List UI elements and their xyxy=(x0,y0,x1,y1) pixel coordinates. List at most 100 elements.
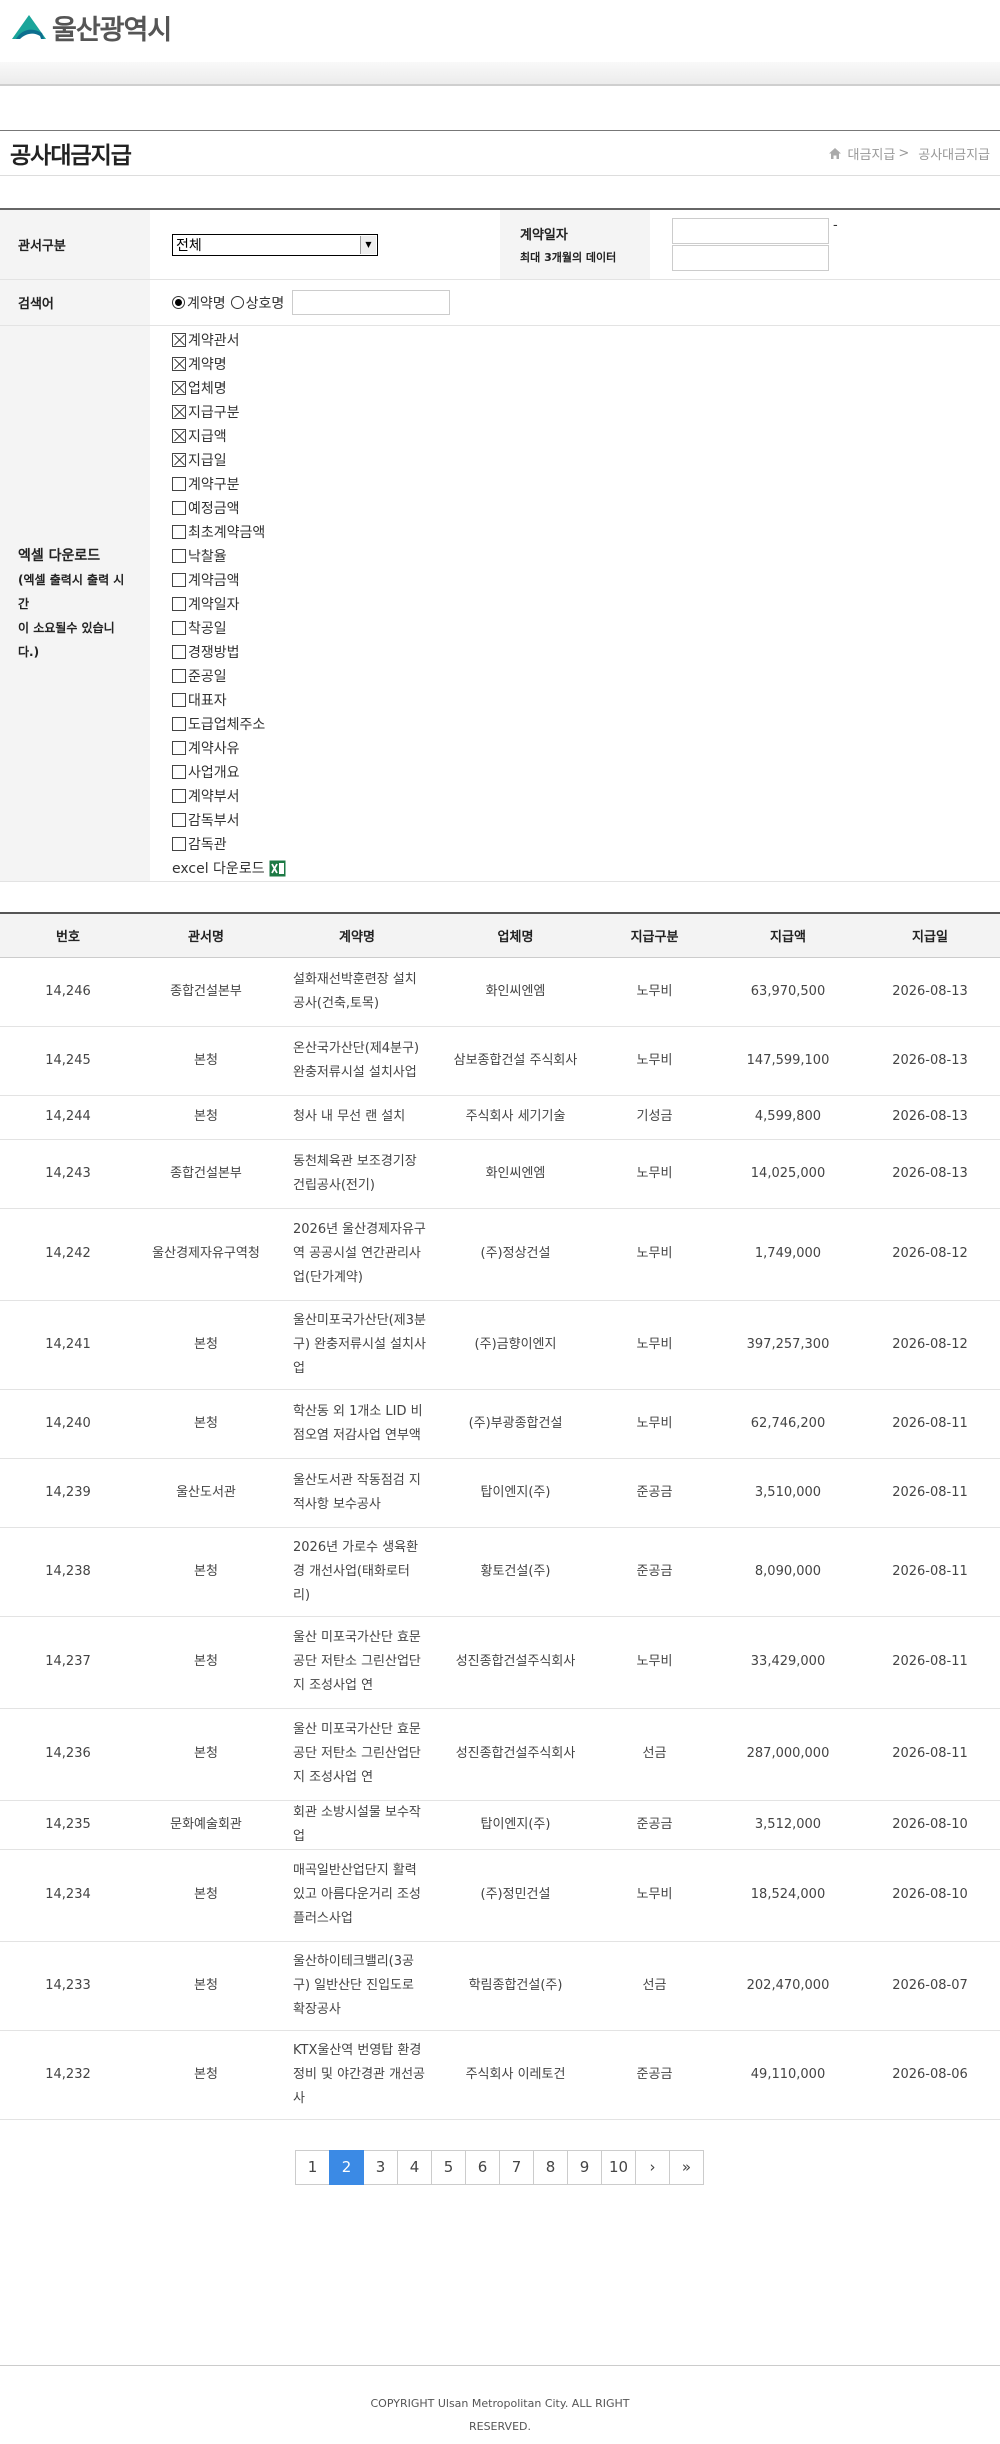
checkbox-empty-icon[interactable] xyxy=(172,741,186,755)
radio-dot-contract[interactable] xyxy=(172,296,185,309)
checkbox-empty-icon[interactable] xyxy=(172,765,186,779)
excel-field-checkbox[interactable]: 감독부서 xyxy=(172,808,286,832)
checkbox-empty-icon[interactable] xyxy=(172,501,186,515)
checkbox-checked-icon[interactable] xyxy=(172,405,186,419)
excel-field-checkbox[interactable]: 도급업체주소 xyxy=(172,712,286,736)
chevron-down-icon[interactable]: ▼ xyxy=(360,235,376,254)
cell-contract[interactable]: 온산국가산단(제4분구)완충저류시설 설치사업 xyxy=(276,1026,438,1096)
table-row[interactable]: 14,232 본청 KTX울산역 번영탑 환경정비 및 야간경관 개선공사 주식회사 … xyxy=(0,2030,1000,2120)
home-icon[interactable] xyxy=(828,147,842,160)
table-row[interactable]: 14,237 본청 울산 미포국가산단 효문공단 저탄소 그린산업단지 조성사업 연… xyxy=(0,1616,1000,1709)
excel-field-checkbox[interactable]: 착공일 xyxy=(172,616,286,640)
checkbox-checked-icon[interactable] xyxy=(172,429,186,443)
table-row[interactable]: 14,241 본청 울산미포국가산단(제3분구) 완충저류시설 설치사업 (주)금향이… xyxy=(0,1300,1000,1390)
excel-field-checkbox[interactable]: 계약명 xyxy=(172,352,286,376)
excel-field-checkbox[interactable]: 계약구분 xyxy=(172,472,286,496)
date-end-input[interactable] xyxy=(672,245,829,271)
excel-field-checkbox[interactable]: 최초계약금액 xyxy=(172,520,286,544)
excel-field-checkbox[interactable]: 사업개요 xyxy=(172,760,286,784)
table-row[interactable]: 14,238 본청 2026년 가로수 생육환경 개선사업(태화로터리) 황토건설(주… xyxy=(0,1527,1000,1617)
excel-field-checkbox[interactable]: 계약사유 xyxy=(172,736,286,760)
cell-contract[interactable]: 매곡일반산업단지 활력있고 아름다운거리 조성 플러스사업 xyxy=(276,1849,438,1942)
table-row[interactable]: 14,242 울산경제자유구역청 2026년 울산경제자유구역 공공시설 연간관리사… xyxy=(0,1208,1000,1301)
excel-field-checkbox[interactable]: 지급구분 xyxy=(172,400,286,424)
checkbox-empty-icon[interactable] xyxy=(172,621,186,635)
page-link-1[interactable]: 1 xyxy=(295,2149,330,2185)
excel-field-checkbox[interactable]: 대표자 xyxy=(172,688,286,712)
cell-contract[interactable]: 설화재선박훈련장 설치공사(건축,토목) xyxy=(276,957,438,1027)
excel-field-checkbox[interactable]: 경쟁방법 xyxy=(172,640,286,664)
breadcrumb-item-payment[interactable]: 대금지급 xyxy=(847,144,895,163)
excel-field-checkbox[interactable]: 감독관 xyxy=(172,832,286,856)
cell-contract[interactable]: 회관 소방시설물 보수작업 xyxy=(276,1800,438,1850)
cell-contract[interactable]: 청사 내 무선 랜 설치 xyxy=(276,1095,438,1140)
checkbox-checked-icon[interactable] xyxy=(172,381,186,395)
checkbox-empty-icon[interactable] xyxy=(172,669,186,683)
cell-contract[interactable]: KTX울산역 번영탑 환경정비 및 야간경관 개선공사 xyxy=(276,2030,438,2120)
excel-field-checkbox[interactable]: 계약관서 xyxy=(172,328,286,352)
checkbox-checked-icon[interactable] xyxy=(172,333,186,347)
checkbox-empty-icon[interactable] xyxy=(172,525,186,539)
table-row[interactable]: 14,239 울산도서관 울산도서관 작동점검 지적사항 보수공사 탑이엔지(주) 준공… xyxy=(0,1458,1000,1528)
checkbox-empty-icon[interactable] xyxy=(172,693,186,707)
site-logo[interactable]: 울산광역시 xyxy=(10,10,172,46)
cell-contract[interactable]: 학산동 외 1개소 LID 비점오염 저감사업 연부액 xyxy=(276,1389,438,1459)
excel-field-checkbox[interactable]: 계약금액 xyxy=(172,568,286,592)
page-link-4[interactable]: 4 xyxy=(397,2149,432,2185)
excel-field-checkbox[interactable]: 업체명 xyxy=(172,376,286,400)
date-start-input[interactable] xyxy=(672,218,829,244)
excel-download-button[interactable]: excel 다운로드 xyxy=(172,856,286,880)
checkbox-empty-icon[interactable] xyxy=(172,549,186,563)
keyword-input[interactable] xyxy=(292,290,451,315)
page-link-6[interactable]: 6 xyxy=(465,2149,500,2185)
cell-contract[interactable]: 울산 미포국가산단 효문공단 저탄소 그린산업단지 조성사업 연 xyxy=(276,1616,438,1709)
checkbox-empty-icon[interactable] xyxy=(172,837,186,851)
radio-contract-name[interactable]: 계약명 xyxy=(172,293,226,313)
page-link-5[interactable]: 5 xyxy=(431,2149,466,2185)
page-link-10[interactable]: 10 xyxy=(601,2149,636,2185)
table-row[interactable]: 14,246 종합건설본부 설화재선박훈련장 설치공사(건축,토목) 화인씨엔엠 노무비… xyxy=(0,957,1000,1027)
table-row[interactable]: 14,235 문화예술회관 회관 소방시설물 보수작업 탑이엔지(주) 준공금 3,512… xyxy=(0,1800,1000,1850)
excel-field-checkbox[interactable]: 계약일자 xyxy=(172,592,286,616)
excel-field-checkbox[interactable]: 지급일 xyxy=(172,448,286,472)
excel-field-checkbox[interactable]: 낙찰율 xyxy=(172,544,286,568)
table-row[interactable]: 14,244 본청 청사 내 무선 랜 설치 주식회사 세기기술 기성금 4,599,80… xyxy=(0,1095,1000,1140)
checkbox-empty-icon[interactable] xyxy=(172,789,186,803)
table-row[interactable]: 14,243 종합건설본부 동천체육관 보조경기장 건립공사(전기) 화인씨엔엠 노무비… xyxy=(0,1139,1000,1209)
page-last-button[interactable]: » xyxy=(669,2149,704,2185)
cell-contract[interactable]: 울산 미포국가산단 효문공단 저탄소 그린산업단지 조성사업 연 xyxy=(276,1708,438,1801)
table-row[interactable]: 14,245 본청 온산국가산단(제4분구)완충저류시설 설치사업 삼보종합건설 주식… xyxy=(0,1026,1000,1096)
excel-field-checkbox[interactable]: 예정금액 xyxy=(172,496,286,520)
cell-contract[interactable]: 울산도서관 작동점검 지적사항 보수공사 xyxy=(276,1458,438,1528)
checkbox-empty-icon[interactable] xyxy=(172,645,186,659)
checkbox-checked-icon[interactable] xyxy=(172,357,186,371)
table-row[interactable]: 14,236 본청 울산 미포국가산단 효문공단 저탄소 그린산업단지 조성사업 연… xyxy=(0,1708,1000,1801)
radio-dot-company[interactable] xyxy=(230,296,244,309)
checkbox-empty-icon[interactable] xyxy=(172,573,186,587)
checkbox-empty-icon[interactable] xyxy=(172,477,186,491)
cell-contract[interactable]: 동천체육관 보조경기장 건립공사(전기) xyxy=(276,1139,438,1209)
cell-contract[interactable]: 울산하이테크밸리(3공구) 일반산단 진입도로 확장공사 xyxy=(276,1941,438,2031)
table-row[interactable]: 14,240 본청 학산동 외 1개소 LID 비점오염 저감사업 연부액 (주)부광… xyxy=(0,1389,1000,1459)
excel-file-icon[interactable] xyxy=(269,860,286,877)
excel-field-checkbox[interactable]: 준공일 xyxy=(172,664,286,688)
radio-company-name[interactable]: 상호명 xyxy=(230,293,284,313)
page-link-8[interactable]: 8 xyxy=(533,2149,568,2185)
checkbox-empty-icon[interactable] xyxy=(172,717,186,731)
cell-contract[interactable]: 2026년 가로수 생육환경 개선사업(태화로터리) xyxy=(276,1527,438,1617)
office-select[interactable]: 전체 ▼ xyxy=(172,233,378,256)
cell-contract[interactable]: 2026년 울산경제자유구역 공공시설 연간관리사업(단가계약) xyxy=(276,1208,438,1301)
table-row[interactable]: 14,233 본청 울산하이테크밸리(3공구) 일반산단 진입도로 확장공사 학림종합… xyxy=(0,1941,1000,2031)
excel-field-checkbox[interactable]: 지급액 xyxy=(172,424,286,448)
excel-field-checkbox[interactable]: 계약부서 xyxy=(172,784,286,808)
checkbox-empty-icon[interactable] xyxy=(172,597,186,611)
page-next-button[interactable]: › xyxy=(635,2149,670,2185)
page-link-9[interactable]: 9 xyxy=(567,2149,602,2185)
page-link-7[interactable]: 7 xyxy=(499,2149,534,2185)
page-link-2[interactable]: 2 xyxy=(329,2149,364,2185)
checkbox-empty-icon[interactable] xyxy=(172,813,186,827)
page-link-3[interactable]: 3 xyxy=(363,2149,398,2185)
cell-contract[interactable]: 울산미포국가산단(제3분구) 완충저류시설 설치사업 xyxy=(276,1300,438,1390)
table-row[interactable]: 14,234 본청 매곡일반산업단지 활력있고 아름다운거리 조성 플러스사업 (주)… xyxy=(0,1849,1000,1942)
checkbox-checked-icon[interactable] xyxy=(172,453,186,467)
